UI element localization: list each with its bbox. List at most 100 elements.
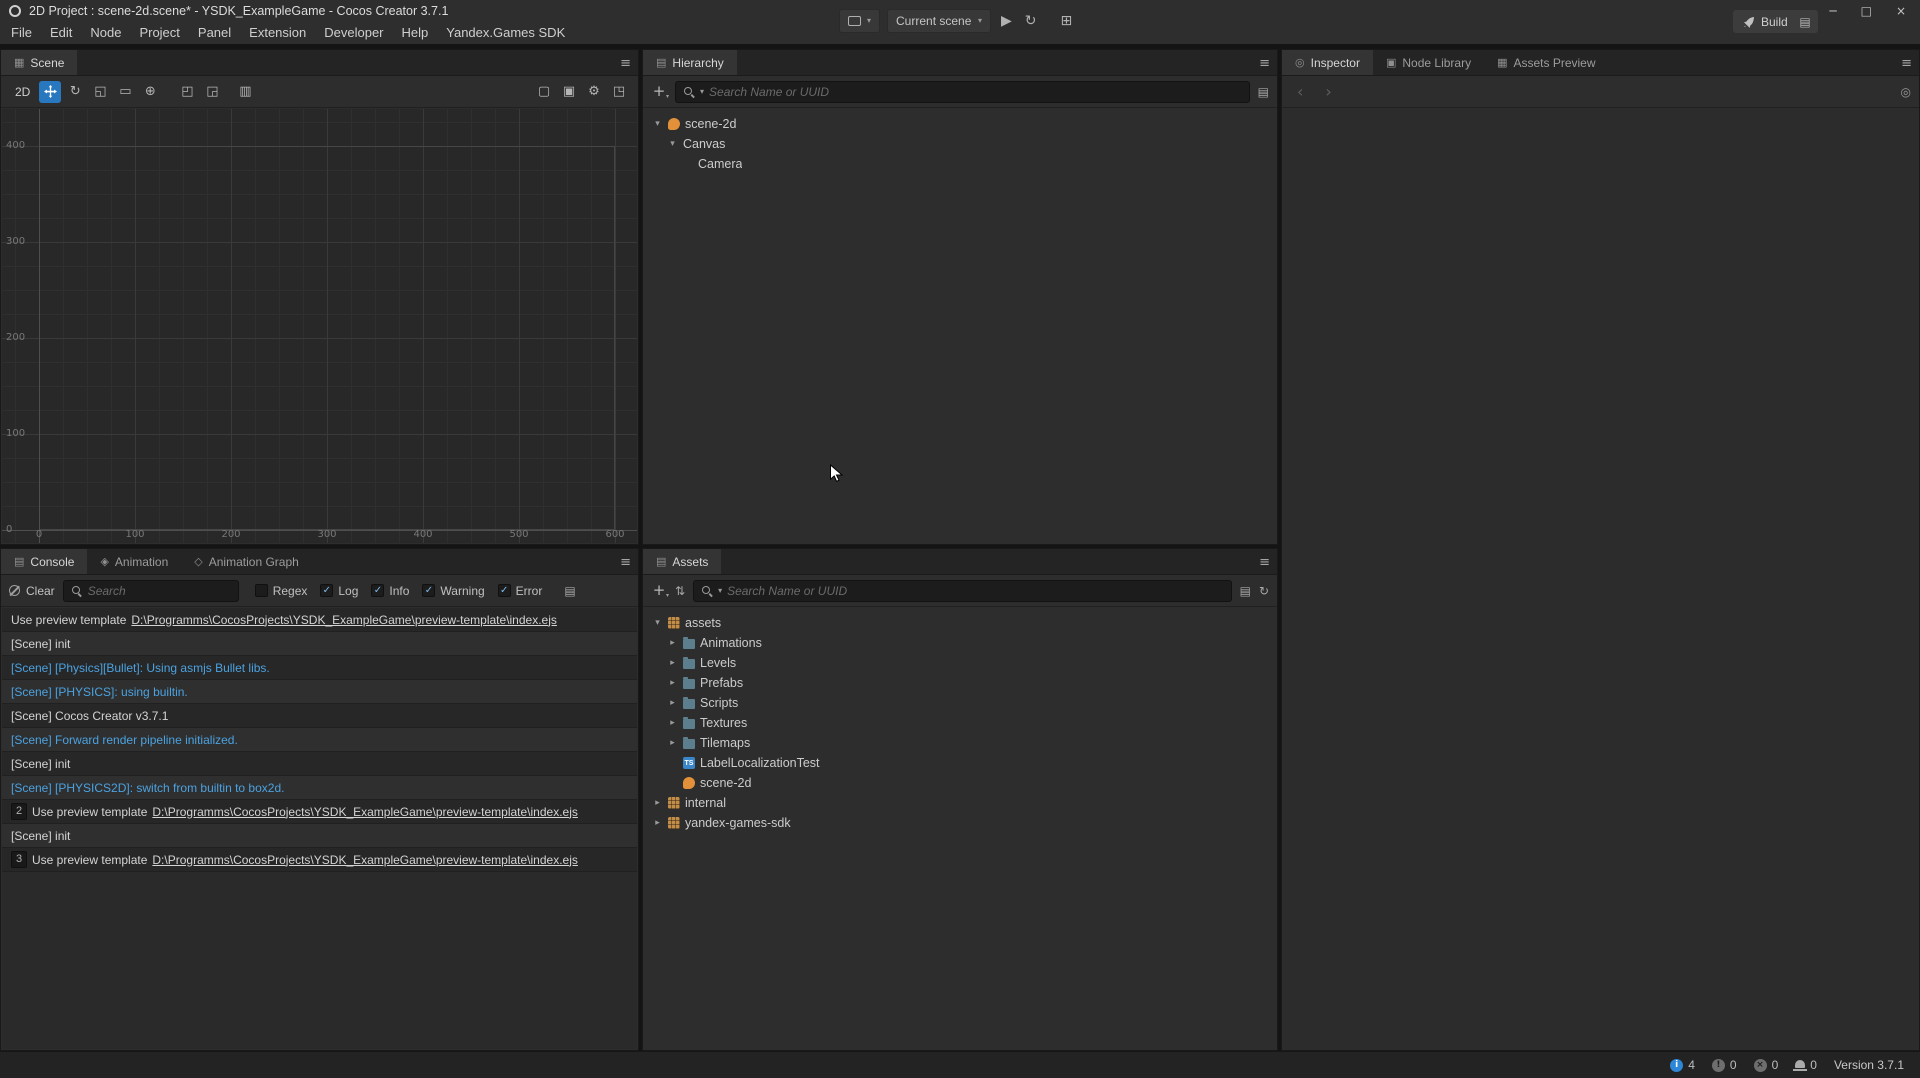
console-tab-console[interactable]: ▤Console (1, 549, 87, 574)
console-row[interactable]: [Scene] init (2, 824, 637, 848)
console-search-box[interactable] (63, 580, 239, 602)
console-log-link[interactable]: D:\Programms\CocosProjects\YSDK_ExampleG… (152, 805, 578, 819)
close-button[interactable] (1896, 5, 1906, 17)
refresh-assets-icon[interactable] (1259, 585, 1269, 597)
assets-item-scene-2d[interactable]: scene-2d (644, 773, 1276, 793)
rotate-tool-button[interactable] (64, 81, 86, 103)
tree-arrow-open[interactable]: ▾ (652, 618, 663, 628)
console-row[interactable]: [Scene] [PHYSICS2D]: switch from builtin… (2, 776, 637, 800)
assets-item-internal[interactable]: ▸internal (644, 793, 1276, 813)
inspector-tab-node-library[interactable]: ▣Node Library (1373, 50, 1484, 75)
tree-arrow-closed[interactable]: ▸ (667, 638, 678, 648)
rect-tool-button[interactable] (114, 81, 136, 103)
console-row[interactable]: 2Use preview templateD:\Programms\CocosP… (2, 800, 637, 824)
notification-counter[interactable]: 0 (1795, 1058, 1817, 1072)
error-counter[interactable]: 0 (1754, 1058, 1779, 1072)
inspector-tab-inspector[interactable]: ◎Inspector (1282, 50, 1373, 75)
assets-search-box[interactable] (693, 580, 1232, 602)
assets-item-assets[interactable]: ▾assets (644, 613, 1276, 633)
console-row[interactable]: [Scene] init (2, 752, 637, 776)
menu-item-panel[interactable]: Panel (189, 22, 240, 44)
scene-selector-dropdown[interactable]: Current scene (887, 9, 991, 33)
menu-item-node[interactable]: Node (81, 22, 130, 44)
assets-item-animations[interactable]: ▸Animations (644, 633, 1276, 653)
tree-arrow-closed[interactable]: ▸ (652, 798, 663, 808)
hierarchy-item-canvas[interactable]: ▾Canvas (644, 134, 1276, 154)
console-log-link[interactable]: D:\Programms\CocosProjects\YSDK_ExampleG… (131, 613, 557, 627)
tree-arrow-closed[interactable]: ▸ (667, 698, 678, 708)
maximize-view-button[interactable] (608, 81, 630, 103)
assets-panel-menu-icon[interactable] (1259, 549, 1270, 575)
assets-item-yandex-games-sdk[interactable]: ▸yandex-games-sdk (644, 813, 1276, 833)
history-forward-button[interactable] (1318, 84, 1338, 100)
coordinate-toggle-button[interactable] (201, 81, 223, 103)
menu-item-edit[interactable]: Edit (41, 22, 81, 44)
scene-viewport[interactable]: 4003002001000 0100200300400500600 (2, 109, 637, 543)
minimize-button[interactable] (1829, 5, 1836, 17)
console-row[interactable]: [Scene] [PHYSICS]: using builtin. (2, 680, 637, 704)
preview-qr-button[interactable] (1058, 14, 1076, 28)
tree-arrow-closed[interactable]: ▸ (667, 738, 678, 748)
tab-hierarchy[interactable]: ▤ Hierarchy (643, 50, 737, 75)
console-search-input[interactable] (88, 584, 231, 598)
tab-scene[interactable]: ▦ Scene (1, 50, 77, 75)
scale-tool-button[interactable] (89, 81, 111, 103)
pivot-toggle-button[interactable] (176, 81, 198, 103)
transform-gizmo-button[interactable] (139, 81, 161, 103)
console-row[interactable]: [Scene] [Physics][Bullet]: Using asmjs B… (2, 656, 637, 680)
console-log-link[interactable]: D:\Programms\CocosProjects\YSDK_ExampleG… (152, 853, 578, 867)
console-tab-animation[interactable]: ◈Animation (87, 549, 181, 574)
tree-arrow-closed[interactable]: ▸ (667, 658, 678, 668)
console-row[interactable]: Use preview templateD:\Programms\CocosPr… (2, 608, 637, 632)
filter-log-checkbox[interactable]: ✓Log (320, 584, 358, 598)
maximize-button[interactable] (1861, 5, 1872, 17)
console-row[interactable]: 3Use preview templateD:\Programms\CocosP… (2, 848, 637, 872)
console-panel-menu-icon[interactable] (620, 549, 631, 575)
reload-button[interactable] (1022, 14, 1040, 28)
build-button[interactable]: Build (1733, 10, 1798, 33)
sort-assets-icon[interactable] (675, 585, 685, 597)
assets-search-input[interactable] (727, 584, 1224, 598)
assets-item-tilemaps[interactable]: ▸Tilemaps (644, 733, 1276, 753)
hierarchy-item-camera[interactable]: Camera (644, 154, 1276, 174)
history-back-button[interactable] (1290, 84, 1310, 100)
menu-item-file[interactable]: File (2, 22, 41, 44)
console-row[interactable]: [Scene] init (2, 632, 637, 656)
hierarchy-search-box[interactable] (675, 81, 1250, 103)
view-mode-button[interactable] (533, 81, 555, 103)
play-button[interactable] (998, 14, 1015, 28)
tree-arrow-closed[interactable]: ▸ (667, 718, 678, 728)
tree-arrow-open[interactable]: ▾ (667, 139, 678, 149)
filter-error-checkbox[interactable]: ✓Error (498, 584, 543, 598)
hierarchy-search-input[interactable] (709, 85, 1242, 99)
scene-settings-button[interactable] (583, 81, 605, 103)
assets-item-prefabs[interactable]: ▸Prefabs (644, 673, 1276, 693)
move-tool-button[interactable] (39, 81, 61, 103)
2d-3d-toggle-button[interactable]: 2D (9, 85, 36, 99)
pin-inspector-icon[interactable] (1901, 86, 1911, 98)
menu-item-developer[interactable]: Developer (315, 22, 392, 44)
filter-warning-checkbox[interactable]: ✓Warning (422, 584, 484, 598)
create-asset-button[interactable] (651, 580, 667, 602)
log-counter[interactable]: 4 (1670, 1058, 1695, 1072)
tree-arrow-open[interactable]: ▾ (652, 119, 663, 129)
build-panel-button[interactable] (1792, 10, 1818, 33)
assets-item-scripts[interactable]: ▸Scripts (644, 693, 1276, 713)
assets-list-mode-icon[interactable] (1240, 585, 1251, 597)
open-log-file-icon[interactable] (564, 585, 575, 597)
menu-item-help[interactable]: Help (393, 22, 438, 44)
console-tab-animation-graph[interactable]: ◇Animation Graph (181, 549, 312, 574)
warning-counter[interactable]: 0 (1712, 1058, 1737, 1072)
menu-item-extension[interactable]: Extension (240, 22, 315, 44)
hierarchy-item-scene-2d[interactable]: ▾scene-2d (644, 114, 1276, 134)
assets-item-textures[interactable]: ▸Textures (644, 713, 1276, 733)
menu-item-yandex-games-sdk[interactable]: Yandex.Games SDK (437, 22, 574, 44)
tree-arrow-closed[interactable]: ▸ (652, 818, 663, 828)
hierarchy-panel-menu-icon[interactable] (1259, 50, 1270, 76)
hierarchy-list-mode-icon[interactable] (1258, 86, 1269, 98)
inspector-tab-assets-preview[interactable]: ▦Assets Preview (1484, 50, 1608, 75)
scene-panel-menu-icon[interactable] (620, 50, 631, 76)
tab-assets[interactable]: ▤ Assets (643, 549, 721, 574)
filter-info-checkbox[interactable]: ✓Info (371, 584, 409, 598)
inspector-panel-menu-icon[interactable] (1901, 50, 1912, 76)
